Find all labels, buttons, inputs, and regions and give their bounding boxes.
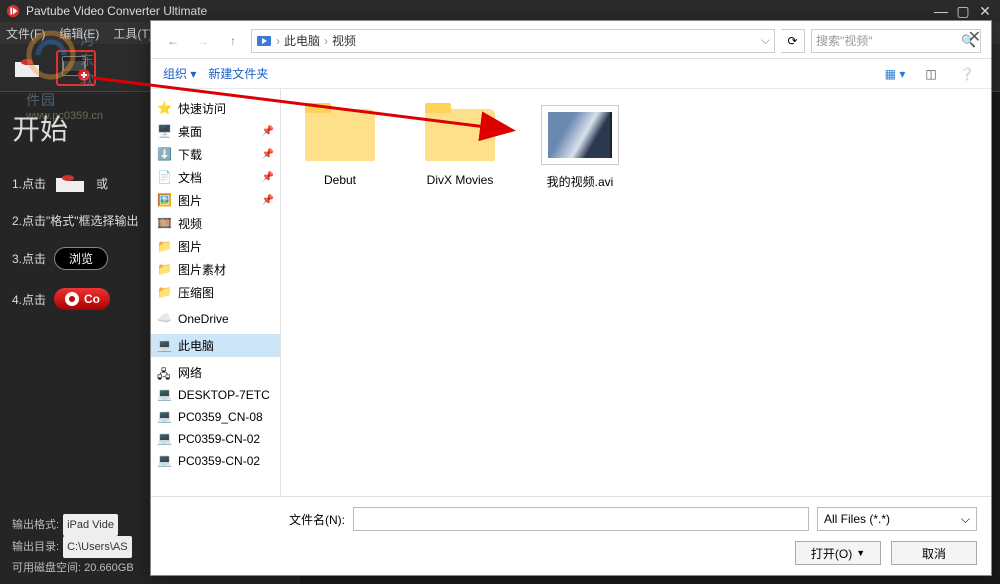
tree-this-pc[interactable]: 💻此电脑 bbox=[151, 334, 280, 357]
file-name: DivX Movies bbox=[415, 173, 505, 187]
file-list: Debut DivX Movies 我的视频.avi bbox=[281, 89, 991, 496]
download-icon: ⬇️ bbox=[157, 147, 173, 163]
pc-icon: 💻 bbox=[157, 387, 173, 403]
navigation-tree: ⭐快速访问 🖥️桌面📌 ⬇️下载📌 📄文档📌 🖼️图片📌 🎞️视频 📁图片 📁图… bbox=[151, 89, 281, 496]
pin-icon: 📌 bbox=[262, 172, 274, 183]
disk-space-label: 可用磁盘空间: bbox=[12, 562, 81, 574]
file-item-folder[interactable]: Debut bbox=[295, 103, 385, 187]
file-item-video[interactable]: 我的视频.avi bbox=[535, 103, 625, 190]
open-file-button[interactable] bbox=[8, 50, 48, 86]
step1-or: 或 bbox=[96, 175, 108, 192]
filename-label: 文件名(N): bbox=[165, 511, 345, 528]
chevron-down-icon: ⌵ bbox=[961, 512, 970, 527]
organise-menu[interactable]: 组织 ▾ bbox=[163, 65, 196, 82]
desktop-icon: 🖥️ bbox=[157, 124, 173, 140]
tree-videos[interactable]: 🎞️视频 bbox=[151, 212, 280, 235]
tree-network[interactable]: 🖧网络 bbox=[151, 361, 280, 384]
menu-tools[interactable]: 工具(T) bbox=[113, 25, 152, 42]
tree-quick-access[interactable]: ⭐快速访问 bbox=[151, 97, 280, 120]
app-icon bbox=[6, 4, 20, 18]
app-titlebar: Pavtube Video Converter Ultimate — ▢ ✕ bbox=[0, 0, 1000, 22]
pin-icon: 📌 bbox=[262, 126, 274, 137]
folder-icon: 📁 bbox=[157, 285, 173, 301]
breadcrumb-thispc[interactable]: 此电脑 bbox=[284, 32, 320, 49]
tree-documents[interactable]: 📄文档📌 bbox=[151, 166, 280, 189]
tree-net-pc-3[interactable]: 💻PC0359-CN-02 bbox=[151, 450, 280, 472]
tree-net-pc-1[interactable]: 💻PC0359_CN-08 bbox=[151, 406, 280, 428]
folder-icon: 📁 bbox=[157, 239, 173, 255]
pc-icon: 💻 bbox=[157, 409, 173, 425]
network-icon: 🖧 bbox=[157, 365, 173, 381]
video-library-icon bbox=[256, 33, 272, 49]
search-placeholder: 搜索"视频" bbox=[816, 32, 873, 49]
folder-icon bbox=[425, 109, 495, 161]
dialog-close-button[interactable]: ✕ bbox=[968, 27, 981, 47]
open-file-dialog: ✕ ← → ↑ › 此电脑 › 视频 ⌵ ⟳ 搜索"视频" 🔍 组织 ▾ 新建文… bbox=[150, 20, 992, 576]
cancel-button[interactable]: 取消 bbox=[891, 541, 977, 565]
step1-label: 1.点击 bbox=[12, 175, 46, 192]
nav-forward-button[interactable]: → bbox=[191, 29, 215, 53]
minimize-button[interactable]: — bbox=[932, 2, 950, 20]
file-name: Debut bbox=[295, 173, 385, 187]
filename-input[interactable] bbox=[353, 507, 809, 531]
open-folder-icon[interactable] bbox=[54, 172, 88, 194]
help-button[interactable]: ❔ bbox=[955, 63, 979, 85]
open-button[interactable]: 打开(O) ▼ bbox=[795, 541, 881, 565]
filetype-combo[interactable]: All Files (*.*)⌵ bbox=[817, 507, 977, 531]
disk-space-value: 20.660GB bbox=[84, 562, 134, 574]
tree-downloads[interactable]: ⬇️下载📌 bbox=[151, 143, 280, 166]
pin-icon: 📌 bbox=[262, 195, 274, 206]
picture-icon: 🖼️ bbox=[157, 193, 173, 209]
step4-label: 4.点击 bbox=[12, 291, 46, 308]
tree-desktop[interactable]: 🖥️桌面📌 bbox=[151, 120, 280, 143]
preview-pane-button[interactable]: ◫ bbox=[919, 63, 943, 85]
menu-file[interactable]: 文件(F) bbox=[6, 25, 45, 42]
breadcrumb-videos[interactable]: 视频 bbox=[332, 32, 356, 49]
video-thumb-icon bbox=[542, 106, 618, 164]
dialog-toolbar: 组织 ▾ 新建文件夹 ▦ ▾ ◫ ❔ bbox=[151, 59, 991, 89]
folder-icon: 📁 bbox=[157, 262, 173, 278]
breadcrumb[interactable]: › 此电脑 › 视频 ⌵ bbox=[251, 29, 775, 53]
output-dir-label: 输出目录: bbox=[12, 541, 59, 553]
nav-up-button[interactable]: ↑ bbox=[221, 29, 245, 53]
pc-icon: 💻 bbox=[157, 431, 173, 447]
output-dir-value[interactable]: C:\Users\AS bbox=[63, 536, 132, 558]
tree-pictures2[interactable]: 📁图片 bbox=[151, 235, 280, 258]
pc-icon: 💻 bbox=[157, 338, 173, 354]
view-mode-button[interactable]: ▦ ▾ bbox=[883, 63, 907, 85]
nav-back-button[interactable]: ← bbox=[161, 29, 185, 53]
tree-net-pc-2[interactable]: 💻PC0359-CN-02 bbox=[151, 428, 280, 450]
dialog-address-bar: ← → ↑ › 此电脑 › 视频 ⌵ ⟳ 搜索"视频" 🔍 bbox=[151, 21, 991, 59]
maximize-button[interactable]: ▢ bbox=[954, 2, 972, 20]
close-button[interactable]: ✕ bbox=[976, 2, 994, 20]
pin-icon: 📌 bbox=[262, 149, 274, 160]
document-icon: 📄 bbox=[157, 170, 173, 186]
tree-net-pc-0[interactable]: 💻DESKTOP-7ETC bbox=[151, 384, 280, 406]
file-item-folder[interactable]: DivX Movies bbox=[415, 103, 505, 187]
search-input[interactable]: 搜索"视频" 🔍 bbox=[811, 29, 981, 53]
refresh-button[interactable]: ⟳ bbox=[781, 29, 805, 53]
pc-icon: 💻 bbox=[157, 453, 173, 469]
new-folder-button[interactable]: 新建文件夹 bbox=[208, 65, 268, 82]
dialog-footer: 文件名(N): All Files (*.*)⌵ 打开(O) ▼ 取消 bbox=[151, 496, 991, 575]
cloud-icon: ☁️ bbox=[157, 311, 173, 327]
step3-label: 3.点击 bbox=[12, 250, 46, 267]
output-format-label: 输出格式: bbox=[12, 519, 59, 531]
star-icon: ⭐ bbox=[157, 101, 173, 117]
breadcrumb-dropdown-icon[interactable]: ⌵ bbox=[761, 33, 770, 48]
tree-pic-assets[interactable]: 📁图片素材 bbox=[151, 258, 280, 281]
menu-edit[interactable]: 编辑(E) bbox=[59, 25, 99, 42]
folder-icon bbox=[305, 109, 375, 161]
video-icon: 🎞️ bbox=[157, 216, 173, 232]
file-name: 我的视频.avi bbox=[535, 173, 625, 190]
output-format-value[interactable]: iPad Vide bbox=[63, 514, 118, 536]
browse-button[interactable]: 浏览 bbox=[54, 247, 108, 270]
convert-button[interactable]: Co bbox=[54, 288, 110, 310]
tree-onedrive[interactable]: ☁️OneDrive bbox=[151, 308, 280, 330]
add-video-button[interactable] bbox=[56, 50, 96, 86]
app-title: Pavtube Video Converter Ultimate bbox=[26, 4, 207, 18]
tree-compressed[interactable]: 📁压缩图 bbox=[151, 281, 280, 304]
tree-pictures[interactable]: 🖼️图片📌 bbox=[151, 189, 280, 212]
step2-text: 2.点击"格式"框选择输出 bbox=[12, 212, 139, 229]
